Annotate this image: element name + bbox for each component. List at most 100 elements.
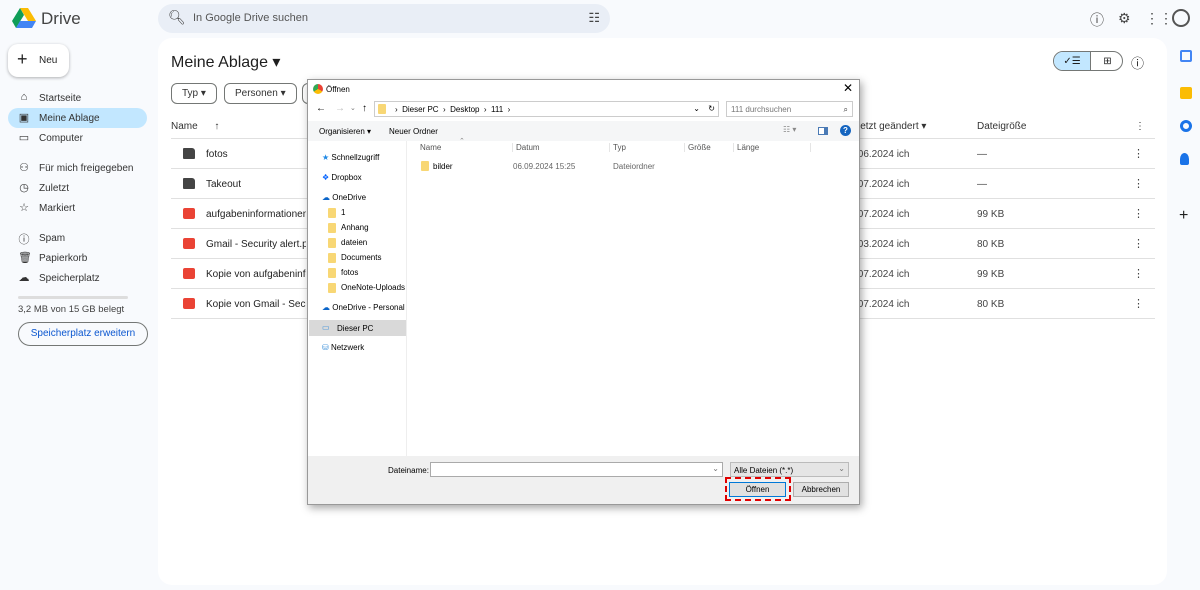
sidebar-item-my-drive[interactable]: ▣ Meine Ablage xyxy=(8,108,147,128)
calendar-icon[interactable] xyxy=(1180,50,1192,62)
tasks-icon[interactable] xyxy=(1180,120,1192,132)
gear-icon[interactable]: ⚙ xyxy=(1118,10,1131,27)
list-view-icon[interactable]: ✓☰ xyxy=(1054,52,1090,70)
page-title[interactable]: Meine Ablage ▾ xyxy=(171,52,280,72)
more-actions-icon[interactable]: ⋮ xyxy=(1133,177,1144,190)
more-actions-icon[interactable]: ⋮ xyxy=(1133,297,1144,310)
nav-folder[interactable]: dateien xyxy=(328,238,367,252)
spam-icon: ⓘ xyxy=(18,234,30,246)
nav-label: Documents xyxy=(341,253,382,263)
column-name[interactable]: Name ↑ xyxy=(171,121,219,132)
file-row[interactable]: bilder 06.09.2024 15:25 Dateiordner xyxy=(419,160,719,173)
more-actions-icon[interactable]: ⋮ xyxy=(1133,207,1144,220)
refresh-icon[interactable]: ↻ xyxy=(708,104,715,113)
search-icon: 🔍︎ xyxy=(168,9,186,25)
nav-dropbox[interactable]: ❖ Dropbox xyxy=(322,173,362,187)
open-file-dialog: Öffnen ✕ ← → ⌄ ↑ › Dieser PC › Desktop ›… xyxy=(307,79,860,505)
nav-label: fotos xyxy=(341,268,359,278)
nav-label: OneDrive xyxy=(332,193,367,202)
chevron-down-icon[interactable]: ⌄ xyxy=(693,104,700,113)
sidebar-item-trash[interactable]: 🗑︎ Papierkorb xyxy=(8,248,147,268)
nav-folder[interactable]: OneNote-Uploads xyxy=(328,283,405,297)
file-modified: .07.2024 ich xyxy=(855,299,910,310)
organize-button[interactable]: Organisieren ▾ xyxy=(319,127,371,136)
view-toggle[interactable]: ✓☰ ⊞ xyxy=(1053,51,1123,71)
nav-folder[interactable]: fotos xyxy=(328,268,358,282)
column-header[interactable]: Größe xyxy=(684,143,711,152)
sidebar-item-spam[interactable]: ⓘ Spam xyxy=(8,228,147,248)
sidebar-item-recent[interactable]: ◷ Zuletzt xyxy=(8,178,147,198)
sidebar-item-computer[interactable]: ▭ Computer xyxy=(8,128,147,148)
folder-icon xyxy=(328,223,336,233)
chevron-down-icon[interactable]: ⌄ xyxy=(712,464,719,473)
crumb[interactable]: Desktop xyxy=(450,105,479,114)
forward-icon[interactable]: → xyxy=(335,103,345,114)
file-name: Kopie von aufgabeninfor xyxy=(206,269,306,280)
filter-type[interactable]: Typ ▾ xyxy=(171,83,217,104)
preview-pane-icon[interactable] xyxy=(818,127,828,135)
new-folder-button[interactable]: Neuer Ordner xyxy=(389,127,438,136)
crumb[interactable]: Dieser PC xyxy=(402,105,438,114)
nav-quick-access[interactable]: ★ Schnellzugriff xyxy=(322,153,379,167)
folder-icon xyxy=(328,253,336,263)
column-header[interactable]: Name xyxy=(420,143,441,152)
nav-network[interactable]: ⛁ Netzwerk xyxy=(322,343,364,357)
cancel-button[interactable]: Abbrechen xyxy=(793,482,849,497)
file-size: — xyxy=(977,149,987,160)
nav-this-pc[interactable]: ▭ Dieser PC xyxy=(309,320,406,336)
back-icon[interactable]: ← xyxy=(316,103,326,114)
crumb[interactable]: 111 xyxy=(491,105,503,114)
nav-folder[interactable]: Documents xyxy=(328,253,381,267)
folder-icon xyxy=(328,238,336,248)
address-bar[interactable]: › Dieser PC › Desktop › 111 › ⌄ ↻ xyxy=(374,101,719,117)
search-input[interactable]: 🔍︎ In Google Drive suchen ☷ xyxy=(158,4,610,33)
file-name: Takeout xyxy=(206,179,242,190)
help-icon[interactable]: ? xyxy=(840,125,851,136)
folder-icon xyxy=(328,208,336,218)
upgrade-storage-button[interactable]: Speicherplatz erweitern xyxy=(18,322,148,346)
trash-icon: 🗑︎ xyxy=(18,252,32,264)
close-icon[interactable]: ✕ xyxy=(843,81,853,95)
star-icon: ☆ xyxy=(19,202,29,214)
chrome-icon xyxy=(313,84,323,94)
file-modified: .07.2024 ich xyxy=(855,269,910,280)
nav-folder[interactable]: 1 xyxy=(328,208,345,222)
people-icon: ⚇ xyxy=(19,162,29,174)
add-addon-icon[interactable]: + xyxy=(1179,207,1188,225)
nav-folder[interactable]: Anhang xyxy=(328,223,369,237)
sidebar-item-starred[interactable]: ☆ Markiert xyxy=(8,198,147,218)
column-size[interactable]: Dateigröße xyxy=(977,121,1026,132)
more-actions-icon[interactable]: ⋮ xyxy=(1133,237,1144,250)
grid-view-icon[interactable]: ⊞ xyxy=(1090,52,1122,70)
sidebar-item-shared[interactable]: ⚇ Für mich freigegeben xyxy=(8,158,147,178)
new-button[interactable]: + Neu xyxy=(8,44,69,77)
view-options-icon[interactable]: ☷ ▾ xyxy=(783,125,796,134)
nav-onedrive-personal[interactable]: ☁ OneDrive - Personal xyxy=(322,303,405,317)
filename-input[interactable]: ⌄ xyxy=(430,462,723,477)
more-icon[interactable]: ⋮ xyxy=(1135,121,1145,132)
filter-options-icon[interactable]: ☷ xyxy=(588,10,600,26)
column-header[interactable]: Datum xyxy=(512,143,540,152)
info-icon[interactable]: ⓘ xyxy=(1131,53,1144,72)
more-actions-icon[interactable]: ⋮ xyxy=(1133,147,1144,160)
apps-grid-icon[interactable]: ⋮⋮ xyxy=(1145,10,1173,27)
dialog-search-input[interactable]: 111 durchsuchen ⌕ xyxy=(726,101,853,117)
more-actions-icon[interactable]: ⋮ xyxy=(1133,267,1144,280)
column-modified[interactable]: letzt geändert ▾ xyxy=(858,121,926,132)
file-type-filter[interactable]: Alle Dateien (*.*) ⌄ xyxy=(730,462,849,477)
filename-label: Dateiname: xyxy=(388,466,429,475)
column-header[interactable]: Länge xyxy=(733,143,811,152)
recent-dropdown-icon[interactable]: ⌄ xyxy=(350,104,356,112)
sidebar-item-home[interactable]: ⌂ Startseite xyxy=(8,88,147,108)
up-icon[interactable]: ↑ xyxy=(362,103,367,114)
chip-label: Typ xyxy=(182,88,199,99)
help-icon[interactable]: ⓘ xyxy=(1090,10,1104,30)
sidebar-item-storage[interactable]: ☁ Speicherplatz xyxy=(8,268,147,288)
keep-icon[interactable] xyxy=(1180,87,1192,99)
column-header[interactable]: Typ xyxy=(609,143,626,152)
avatar[interactable] xyxy=(1172,9,1190,27)
filter-people[interactable]: Personen ▾ xyxy=(224,83,297,104)
contacts-icon[interactable] xyxy=(1180,153,1189,165)
nav-onedrive[interactable]: ☁ OneDrive xyxy=(322,193,366,207)
open-button[interactable]: Öffnen xyxy=(729,482,786,497)
